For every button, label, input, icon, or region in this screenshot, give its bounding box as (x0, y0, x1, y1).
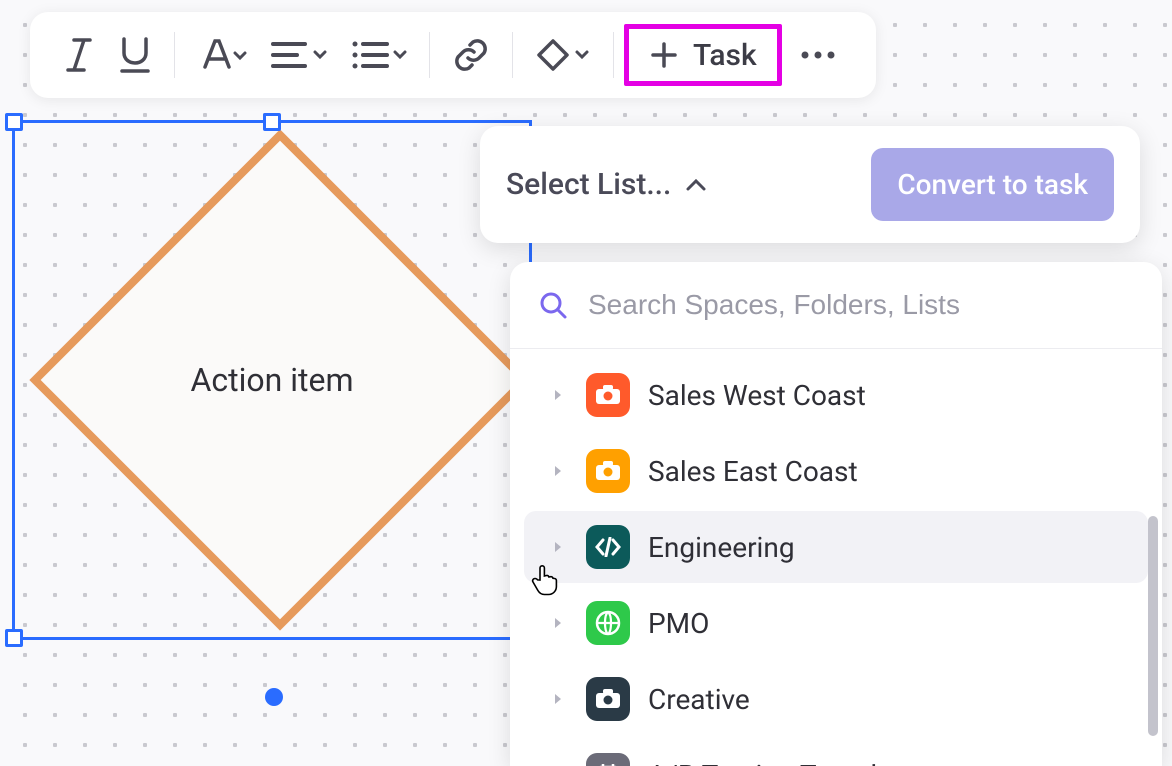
resize-handle-top-left[interactable] (5, 113, 23, 131)
list-picker-dropdown: Sales West Coast Sales East Coast Engine… (510, 262, 1162, 766)
text-color-button[interactable] (185, 24, 259, 86)
space-item[interactable]: Sales East Coast (524, 435, 1148, 507)
convert-to-task-button[interactable]: Convert to task (871, 148, 1114, 221)
selection-box[interactable] (12, 120, 532, 640)
space-name: Engineering (648, 531, 795, 564)
expand-caret-icon[interactable] (548, 540, 568, 554)
space-icon (586, 753, 630, 766)
search-icon (538, 290, 568, 320)
search-input[interactable] (586, 288, 1134, 322)
space-icon (586, 677, 630, 721)
toolbar-divider (613, 32, 614, 78)
resize-handle-top-center[interactable] (263, 113, 281, 131)
space-name: PMO (648, 607, 709, 640)
space-name: A/B Testing Template (648, 759, 916, 766)
chevron-up-icon (685, 178, 707, 192)
space-name: Sales East Coast (648, 455, 858, 488)
expand-caret-icon[interactable] (548, 388, 568, 402)
scrollbar-thumb[interactable] (1148, 516, 1158, 736)
space-icon (586, 373, 630, 417)
space-item[interactable]: PMO (524, 587, 1148, 659)
select-list-dropdown[interactable]: Select List... (506, 167, 857, 202)
add-task-button[interactable]: Task (624, 24, 782, 86)
toolbar-divider (512, 32, 513, 78)
select-list-label: Select List... (506, 167, 671, 202)
connector-dot[interactable] (265, 688, 283, 706)
convert-label: Convert to task (897, 168, 1088, 201)
convert-popover: Select List... Convert to task (480, 126, 1140, 243)
space-name: Sales West Coast (648, 379, 866, 412)
list-button[interactable] (339, 24, 419, 86)
space-icon (586, 525, 630, 569)
space-icon (586, 601, 630, 645)
space-name: Creative (648, 683, 750, 716)
space-item[interactable]: Sales West Coast (524, 359, 1148, 431)
space-icon (586, 449, 630, 493)
underline-button[interactable] (106, 24, 164, 86)
toolbar-divider (429, 32, 430, 78)
task-button-label: Task (693, 38, 757, 73)
expand-caret-icon[interactable] (548, 692, 568, 706)
resize-handle-bottom-left[interactable] (5, 629, 23, 647)
align-button[interactable] (259, 24, 339, 86)
plus-icon (649, 40, 679, 70)
search-row (510, 262, 1162, 349)
space-item[interactable]: Creative (524, 663, 1148, 735)
toolbar-divider (174, 32, 175, 78)
expand-caret-icon[interactable] (548, 464, 568, 478)
link-button[interactable] (440, 24, 502, 86)
italic-button[interactable] (52, 24, 106, 86)
shape-picker-button[interactable] (523, 24, 603, 86)
formatting-toolbar: Task (30, 12, 876, 98)
space-item[interactable]: Engineering (524, 511, 1148, 583)
space-item[interactable]: A/B Testing Template (524, 739, 1148, 766)
expand-caret-icon[interactable] (548, 616, 568, 630)
more-button[interactable] (782, 24, 854, 86)
